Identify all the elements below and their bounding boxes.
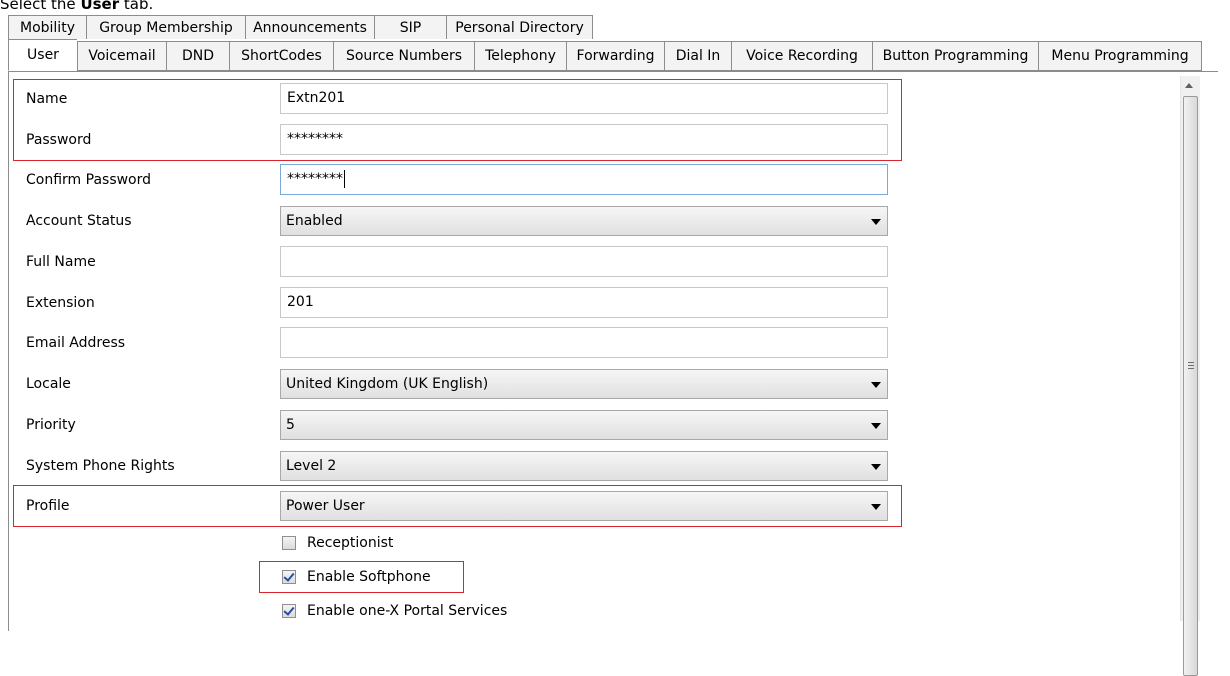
full-name-label: Full Name bbox=[26, 254, 96, 270]
dropdown-arrow-icon bbox=[871, 464, 881, 470]
tab-forwarding[interactable]: Forwarding bbox=[566, 41, 664, 71]
full-name-field[interactable] bbox=[280, 246, 888, 277]
scrollbar-thumb[interactable] bbox=[1183, 96, 1198, 676]
tab-voicemail[interactable]: Voicemail bbox=[77, 41, 166, 71]
tab-group-membership[interactable]: Group Membership bbox=[86, 15, 245, 39]
tab-mobility[interactable]: Mobility bbox=[8, 15, 86, 39]
confirm-password-field[interactable]: ******** bbox=[280, 164, 888, 195]
receptionist-label: Receptionist bbox=[307, 535, 394, 551]
locale-select[interactable]: United Kingdom (UK English) bbox=[280, 369, 888, 399]
account-status-label: Account Status bbox=[26, 213, 132, 229]
tab-menu-programming[interactable]: Menu Programming bbox=[1038, 41, 1202, 71]
system-phone-rights-value: Level 2 bbox=[286, 458, 337, 474]
locale-value: United Kingdom (UK English) bbox=[286, 376, 489, 392]
priority-label: Priority bbox=[26, 417, 76, 433]
tab-shortcodes[interactable]: ShortCodes bbox=[229, 41, 333, 71]
enable-onex-portal-checkbox[interactable] bbox=[282, 604, 296, 618]
confirm-password-label: Confirm Password bbox=[26, 172, 152, 188]
tab-dnd[interactable]: DND bbox=[166, 41, 229, 71]
dropdown-arrow-icon bbox=[871, 382, 881, 388]
highlight-box-softphone bbox=[259, 561, 464, 593]
highlight-box-name-password bbox=[13, 79, 902, 161]
tab-announcements[interactable]: Announcements bbox=[245, 15, 374, 39]
email-field[interactable] bbox=[280, 327, 888, 358]
tab-row-top: Mobility Group Membership Announcements … bbox=[8, 15, 593, 39]
account-status-select[interactable]: Enabled bbox=[280, 206, 888, 236]
system-phone-rights-label: System Phone Rights bbox=[26, 458, 175, 474]
tab-telephony[interactable]: Telephony bbox=[474, 41, 566, 71]
vertical-scrollbar[interactable] bbox=[1180, 76, 1200, 676]
dropdown-arrow-icon bbox=[871, 219, 881, 225]
enable-onex-portal-label: Enable one-X Portal Services bbox=[307, 603, 508, 619]
tab-personal-directory[interactable]: Personal Directory bbox=[446, 15, 593, 39]
dropdown-arrow-icon bbox=[871, 423, 881, 429]
extension-field[interactable]: 201 bbox=[280, 287, 888, 318]
text-caret bbox=[344, 170, 345, 188]
tab-dial-in[interactable]: Dial In bbox=[664, 41, 731, 71]
instruction-caption: Select the User tab. bbox=[0, 0, 154, 13]
email-label: Email Address bbox=[26, 335, 126, 351]
receptionist-checkbox[interactable] bbox=[282, 536, 296, 550]
system-phone-rights-select[interactable]: Level 2 bbox=[280, 451, 888, 481]
grip-icon bbox=[1188, 362, 1194, 369]
tab-sip[interactable]: SIP bbox=[374, 15, 446, 39]
scroll-up-arrow-icon[interactable] bbox=[1185, 83, 1193, 88]
tab-user[interactable]: User bbox=[8, 39, 77, 71]
account-status-value: Enabled bbox=[286, 213, 343, 229]
highlight-box-profile bbox=[13, 485, 902, 527]
priority-value: 5 bbox=[286, 417, 295, 433]
extension-label: Extension bbox=[26, 295, 95, 311]
tab-row-bottom: User Voicemail DND ShortCodes Source Num… bbox=[8, 39, 1202, 71]
tab-voice-recording[interactable]: Voice Recording bbox=[731, 41, 872, 71]
priority-select[interactable]: 5 bbox=[280, 410, 888, 440]
tab-source-numbers[interactable]: Source Numbers bbox=[333, 41, 474, 71]
confirm-password-value: ******** bbox=[287, 171, 343, 187]
tab-button-programming[interactable]: Button Programming bbox=[872, 41, 1038, 71]
locale-label: Locale bbox=[26, 376, 71, 392]
